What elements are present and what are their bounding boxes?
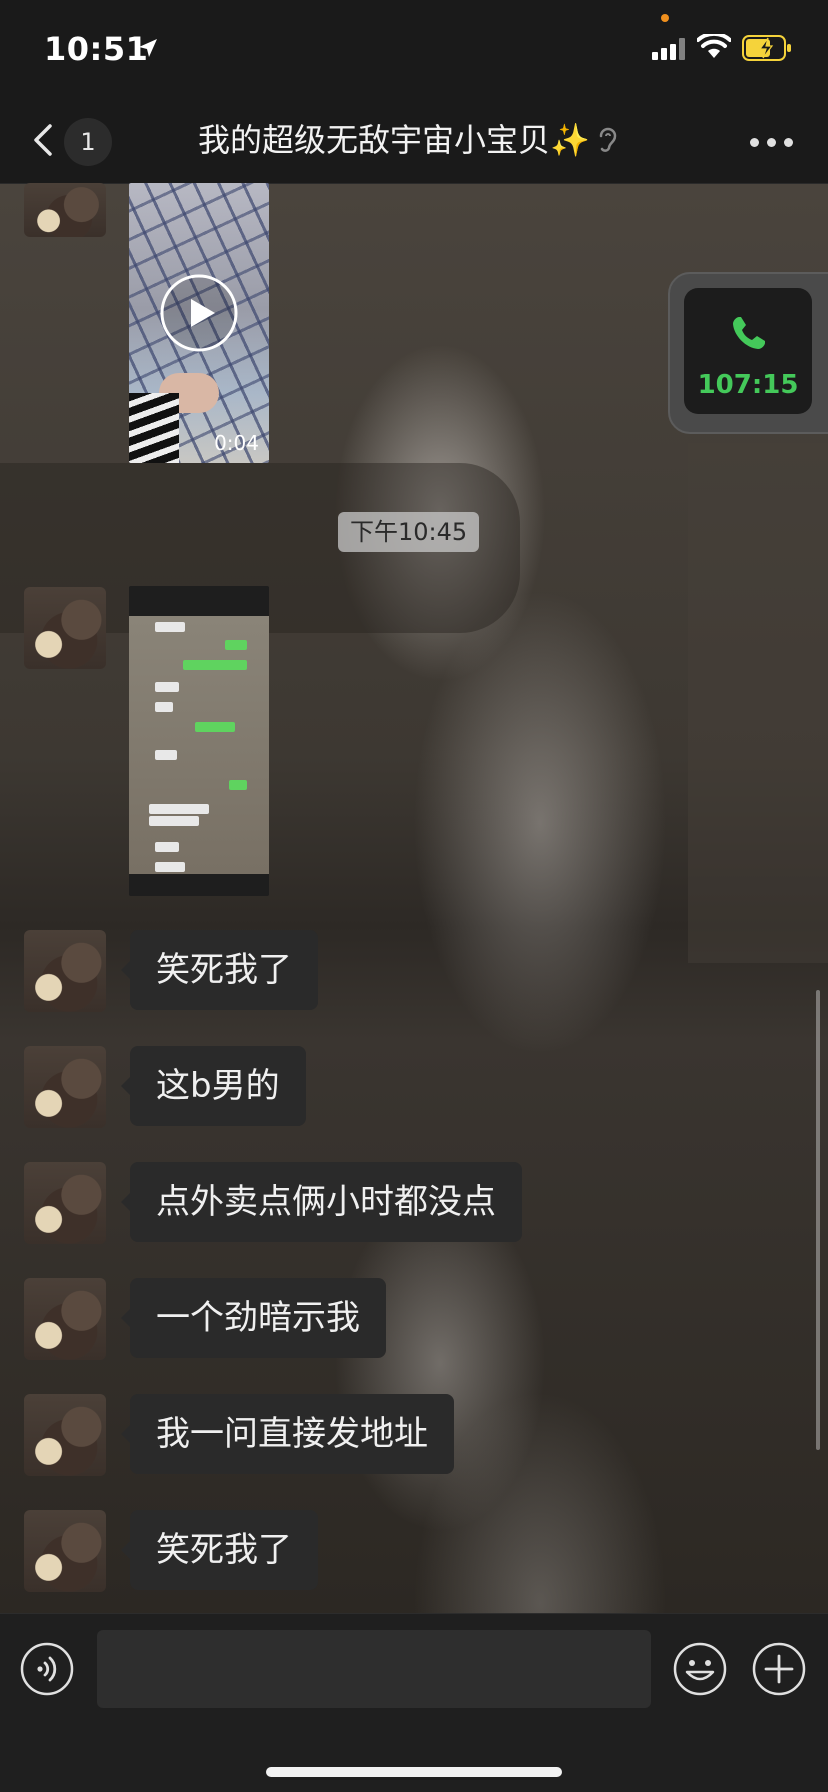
mic-in-use-dot	[661, 14, 669, 22]
wallpaper-furniture	[688, 443, 828, 963]
more-options-icon[interactable]	[750, 138, 794, 148]
sparkles-emoji: ✨	[550, 121, 590, 159]
battery-charging-icon	[742, 35, 791, 61]
earpiece-mode-icon	[599, 127, 617, 152]
message-bubble[interactable]: 笑死我了	[121, 1510, 318, 1590]
time-divider: 下午10:45	[338, 512, 480, 552]
home-indicator[interactable]	[266, 1767, 562, 1777]
contact-avatar[interactable]	[24, 1394, 106, 1476]
contact-avatar[interactable]	[24, 1278, 106, 1360]
play-icon[interactable]	[159, 273, 239, 353]
video-message[interactable]: 0:04	[129, 183, 269, 463]
more-functions-plus-icon[interactable]	[752, 1642, 806, 1696]
status-time: 10:51	[44, 30, 149, 68]
back-chevron-icon[interactable]	[30, 122, 58, 158]
wifi-icon	[697, 34, 731, 58]
status-bar: 10:51	[0, 0, 828, 96]
message-bubble[interactable]: 一个劲暗示我	[121, 1278, 386, 1358]
input-bar	[0, 1613, 828, 1792]
chat-scrollbar[interactable]	[816, 990, 820, 1450]
location-arrow-icon	[139, 39, 157, 57]
chat-header: 1 我的超级无敌宇宙小宝贝✨	[0, 96, 828, 184]
contact-avatar[interactable]	[24, 1510, 106, 1592]
voice-input-icon[interactable]	[20, 1642, 74, 1696]
contact-avatar[interactable]	[24, 1046, 106, 1128]
screenshot-header	[129, 586, 269, 616]
message-bubble[interactable]: 这b男的	[121, 1046, 306, 1126]
contact-avatar[interactable]	[24, 183, 106, 237]
message-bubble[interactable]: 笑死我了	[121, 930, 318, 1010]
floating-call-window[interactable]: 107:15	[668, 272, 828, 434]
contact-avatar[interactable]	[24, 1162, 106, 1244]
floating-call-inner[interactable]: 107:15	[684, 288, 812, 414]
screenshot-body	[129, 616, 269, 874]
message-bubble[interactable]: 点外卖点俩小时都没点	[121, 1162, 522, 1242]
image-message-screenshot[interactable]	[129, 586, 269, 896]
cellular-signal-icon	[652, 38, 688, 60]
message-bubble[interactable]: 我一问直接发地址	[121, 1394, 454, 1474]
unread-count-badge[interactable]: 1	[64, 118, 112, 166]
contact-avatar[interactable]	[24, 587, 106, 669]
video-duration: 0:04	[214, 431, 259, 455]
contact-avatar[interactable]	[24, 930, 106, 1012]
chat-title-text: 我的超级无敌宇宙小宝贝	[198, 121, 551, 159]
chat-title: 我的超级无敌宇宙小宝贝✨	[198, 118, 668, 162]
emoji-icon[interactable]	[673, 1642, 727, 1696]
phone-icon	[733, 317, 765, 349]
call-duration: 107:15	[697, 370, 799, 400]
chat-screen: 10:51 1 我的超级无敌宇宙小宝贝✨ 0:04 107:15 下午10:45…	[0, 0, 828, 1792]
screenshot-input-bar	[129, 874, 269, 896]
video-thumbnail-sleeve	[129, 393, 179, 463]
message-input[interactable]	[97, 1630, 651, 1708]
